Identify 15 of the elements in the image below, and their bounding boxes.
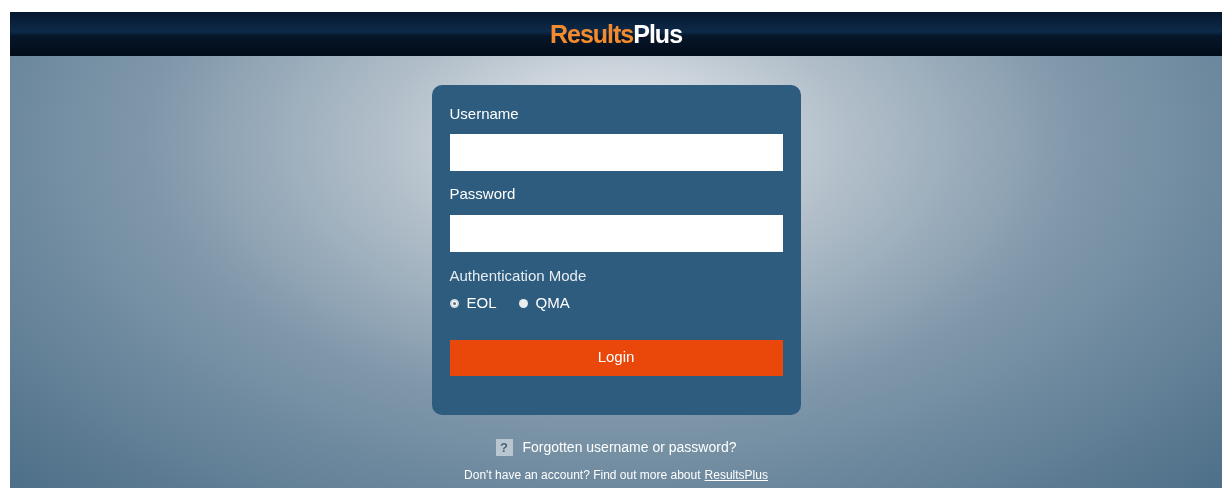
account-note: Don't have an account? Find out more about: [464, 467, 701, 484]
field-label: Password: [449, 185, 517, 203]
username-field[interactable]: [449, 134, 783, 171]
radio-option[interactable]: QMA: [518, 292, 570, 315]
results-plus-logo: ResultsPlus: [549, 21, 683, 47]
radio-button[interactable]: [449, 298, 459, 308]
field-label: Username: [449, 105, 520, 123]
help-icon: ?: [495, 439, 513, 456]
forgotten-credentials-link[interactable]: Forgotten username or password?: [522, 437, 737, 458]
results-plus-link[interactable]: ResultsPlus: [704, 466, 768, 484]
password-field[interactable]: [449, 215, 783, 252]
field-label: Authentication Mode: [449, 267, 588, 285]
radio-button[interactable]: [518, 298, 528, 308]
radio-option[interactable]: EOL: [449, 292, 497, 315]
login-button[interactable]: Login: [449, 339, 783, 376]
